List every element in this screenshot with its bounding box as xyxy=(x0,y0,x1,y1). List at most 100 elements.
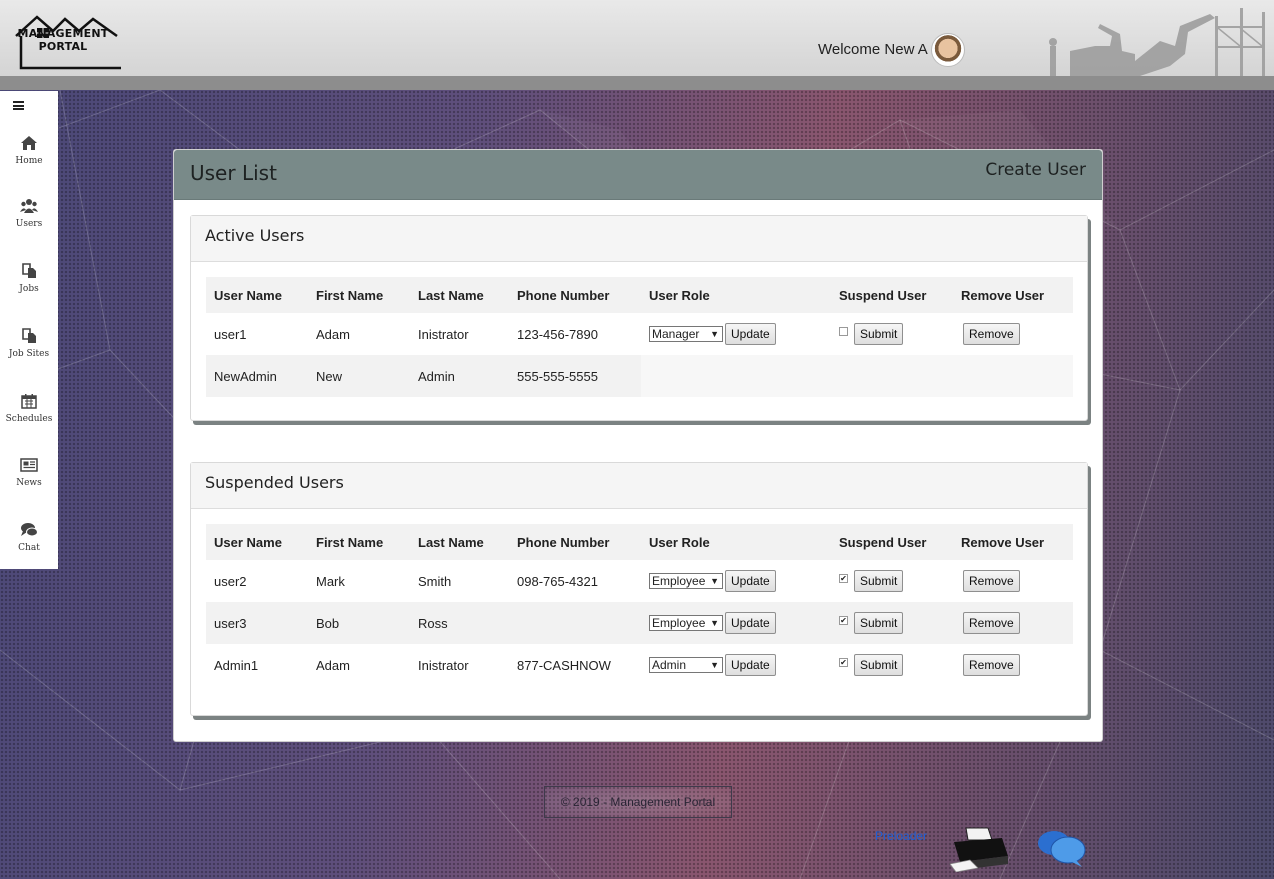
role-select[interactable]: Employee ▼ xyxy=(649,573,723,589)
sidebar-item-label: Schedules xyxy=(5,414,53,424)
empty-cell xyxy=(641,355,831,397)
column-header: Suspend User xyxy=(831,524,953,560)
suspended-users-title: Suspended Users xyxy=(205,473,344,492)
chat-icon xyxy=(21,523,38,537)
update-button[interactable]: Update xyxy=(725,570,776,592)
submit-button[interactable]: Submit xyxy=(854,323,904,345)
role-select[interactable]: Admin ▼ xyxy=(649,657,723,673)
column-header: Remove User xyxy=(953,277,1073,313)
role-select[interactable]: Manager ▼ xyxy=(649,326,723,342)
card-header: Suspended Users xyxy=(191,463,1087,509)
phone-cell: 098-765-4321 xyxy=(517,573,598,589)
user-list-panel: User List Create User Active Users User … xyxy=(173,149,1103,742)
card-header: Active Users xyxy=(191,216,1087,262)
update-button[interactable]: Update xyxy=(725,654,776,676)
preloader-link[interactable]: Preloader xyxy=(875,829,927,843)
username-cell: user3 xyxy=(206,602,308,644)
table-row: user1 Adam Inistrator 123-456-7890 Manag… xyxy=(206,313,1073,355)
first-name-cell: Bob xyxy=(308,602,410,644)
remove-button[interactable]: Remove xyxy=(963,570,1020,592)
chevron-down-icon: ▼ xyxy=(710,329,719,339)
update-button[interactable]: Update xyxy=(725,323,776,345)
sidebar-item-label: Jobs xyxy=(19,284,39,294)
column-header: Remove User xyxy=(953,524,1073,560)
submit-button[interactable]: Submit xyxy=(854,612,904,634)
table-header-row: User Name First Name Last Name Phone Num… xyxy=(206,524,1073,560)
sidebar-item-label: Job Sites xyxy=(8,349,50,359)
suspend-cell: ✔ Submit xyxy=(831,602,953,644)
avatar[interactable] xyxy=(931,33,965,67)
active-users-title: Active Users xyxy=(205,226,305,245)
first-name-cell: New xyxy=(308,355,410,397)
sidebar-item-schedules[interactable]: Schedules xyxy=(0,393,58,424)
sidebar-item-label: Home xyxy=(15,156,43,166)
suspend-checkbox[interactable] xyxy=(839,326,848,336)
sidebar-item-home[interactable]: Home xyxy=(0,135,58,166)
role-select[interactable]: Employee ▼ xyxy=(649,615,723,631)
remove-cell: Remove xyxy=(953,644,1073,686)
column-header: Last Name xyxy=(410,524,509,560)
last-name-cell: Admin xyxy=(410,355,509,397)
update-button[interactable]: Update xyxy=(725,612,776,634)
file-icon xyxy=(22,328,36,343)
username-cell: user1 xyxy=(214,326,247,342)
column-header: Phone Number xyxy=(509,277,641,313)
table-row: Admin1 Adam Inistrator 877-CASHNOW Admin… xyxy=(206,644,1073,686)
sidebar-item-label: News xyxy=(16,478,42,488)
empty-cell xyxy=(953,355,1073,397)
username-cell: Admin1 xyxy=(214,657,259,673)
remove-button[interactable]: Remove xyxy=(963,654,1020,676)
welcome-text: Welcome New A xyxy=(818,41,928,58)
submit-button[interactable]: Submit xyxy=(854,654,904,676)
printer-icon[interactable] xyxy=(948,826,1010,872)
sidebar-item-users[interactable]: Users xyxy=(0,198,58,229)
users-icon xyxy=(20,199,38,213)
active-users-card: Active Users User Name First Name Last N… xyxy=(190,215,1088,421)
remove-button[interactable]: Remove xyxy=(963,323,1020,345)
construction-silhouette-icon xyxy=(1049,8,1265,76)
column-header: First Name xyxy=(308,524,410,560)
submit-button[interactable]: Submit xyxy=(854,570,904,592)
first-name-cell: Adam xyxy=(316,657,350,673)
column-header: User Name xyxy=(206,524,308,560)
page-title: User List xyxy=(190,161,277,185)
suspended-users-table: User Name First Name Last Name Phone Num… xyxy=(206,524,1073,686)
table-row: user2 Mark Smith 098-765-4321 Employee ▼ U… xyxy=(206,560,1073,602)
chevron-down-icon: ▼ xyxy=(710,618,719,628)
phone-cell: 877-CASHNOW xyxy=(517,657,611,673)
sidebar-item-job-sites[interactable]: Job Sites xyxy=(0,328,58,359)
column-header: User Name xyxy=(206,277,308,313)
suspend-cell: ✔ Submit xyxy=(831,644,953,686)
logo-text-line2: PORTAL xyxy=(38,40,88,53)
home-icon xyxy=(21,136,37,150)
suspended-users-card: Suspended Users User Name First Name Las… xyxy=(190,462,1088,716)
last-name-cell: Smith xyxy=(418,573,452,589)
chevron-down-icon: ▼ xyxy=(710,660,719,670)
phone-cell: 555-555-5555 xyxy=(509,355,641,397)
active-users-table: User Name First Name Last Name Phone Num… xyxy=(206,277,1073,397)
role-select-value: Manager xyxy=(652,327,700,341)
sidebar-item-label: Users xyxy=(15,219,43,229)
role-cell: Admin ▼ Update xyxy=(641,644,831,686)
last-name-cell: Inistrator xyxy=(418,326,469,342)
suspend-checkbox[interactable]: ✔ xyxy=(839,615,848,625)
suspend-checkbox[interactable]: ✔ xyxy=(839,657,848,667)
column-header: Last Name xyxy=(410,277,509,313)
sidebar-item-jobs[interactable]: Jobs xyxy=(0,263,58,294)
calendar-icon xyxy=(21,394,37,409)
create-user-link[interactable]: Create User xyxy=(985,160,1086,180)
phone-cell xyxy=(509,602,641,644)
role-cell: Employee ▼ Update xyxy=(641,602,831,644)
suspend-cell: Submit xyxy=(831,313,953,355)
hamburger-menu-icon[interactable] xyxy=(13,101,24,110)
sidebar-item-chat[interactable]: Chat xyxy=(0,522,58,553)
table-row: user3 Bob Ross Employee ▼ Update ✔ Submit R… xyxy=(206,602,1073,644)
suspend-checkbox[interactable]: ✔ xyxy=(839,573,848,583)
sidebar-item-news[interactable]: News xyxy=(0,457,58,488)
remove-cell: Remove xyxy=(953,602,1073,644)
table-header-row: User Name First Name Last Name Phone Num… xyxy=(206,277,1073,313)
remove-button[interactable]: Remove xyxy=(963,612,1020,634)
top-header: MANAGEMENT PORTAL Welcome New A xyxy=(0,0,1274,90)
chat-bubbles-icon[interactable] xyxy=(1036,828,1088,868)
role-select-value: Employee xyxy=(652,616,706,630)
